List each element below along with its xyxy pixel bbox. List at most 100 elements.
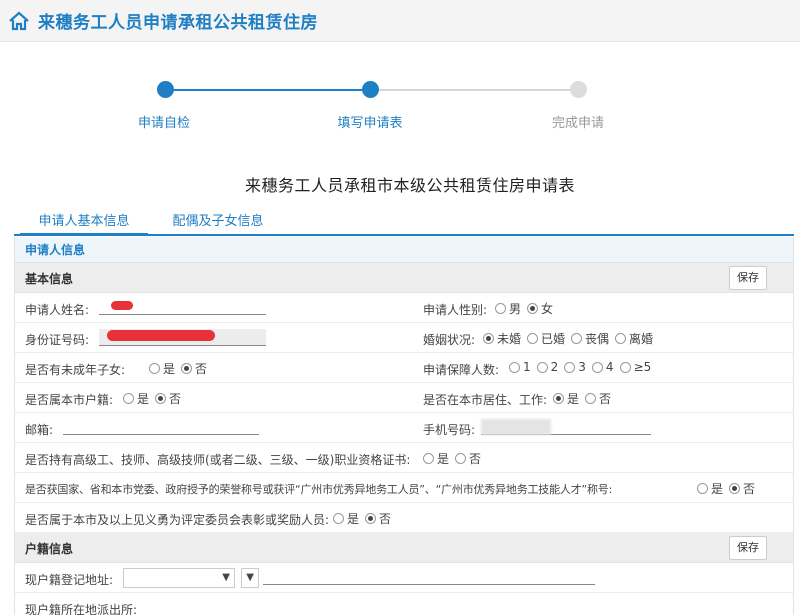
count-5plus-label: ≥5 <box>633 360 652 374</box>
live-work-no-label: 否 <box>599 392 612 406</box>
hukou-police-label: 现户籍所在地派出所: <box>25 603 138 615</box>
phone-label: 手机号码: <box>423 423 476 437</box>
qualification-no-label: 否 <box>469 452 482 466</box>
step-dot-2 <box>362 81 379 98</box>
hukou-section-bar: 户籍信息 保存 <box>15 533 793 563</box>
row-email-phone: 邮箱: 手机号码: <box>15 413 793 443</box>
row-name-gender: 申请人姓名: 申请人性别: 男 女 <box>15 293 793 323</box>
count-2-radio[interactable] <box>536 361 548 373</box>
gender-label: 申请人性别: <box>423 303 488 317</box>
hero-yes-radio[interactable] <box>333 513 344 524</box>
email-field[interactable] <box>63 434 259 435</box>
row-honor: 是否获国家、省和本市党委、政府授予的荣誉称号或获评“广州市优秀异地务工人员”、“… <box>15 473 793 503</box>
gender-male-label: 男 <box>509 302 522 316</box>
step-label-2: 填写申请表 <box>337 116 403 131</box>
email-label: 邮箱: <box>25 423 54 437</box>
qualification-yes-radio[interactable] <box>423 453 434 464</box>
qualification-radio-group[interactable]: 是 否 <box>417 450 481 467</box>
minor-radio-group[interactable]: 是 否 <box>143 360 207 377</box>
local-hukou-no-label: 否 <box>169 392 182 406</box>
minor-yes-radio[interactable] <box>149 363 160 374</box>
marital-radio-group[interactable]: 未婚 已婚 丧偶 离婚 <box>477 330 653 347</box>
name-field[interactable] <box>99 314 266 315</box>
tab-bar: 申请人基本信息 配偶及子女信息 <box>14 208 794 236</box>
gender-male-radio[interactable] <box>495 303 506 314</box>
home-icon[interactable] <box>8 10 30 32</box>
minor-no-radio[interactable] <box>181 363 193 374</box>
hukou-city-select[interactable]: ▼ <box>241 568 259 588</box>
local-hukou-yes-label: 是 <box>137 392 150 406</box>
row-hukou-livework: 是否属本市户籍: 是 否 是否在本市居住、工作: 是 否 <box>15 383 793 413</box>
name-redaction <box>111 301 133 310</box>
tab-spouse-children[interactable]: 配偶及子女信息 <box>158 211 278 233</box>
gender-female-radio[interactable] <box>527 303 539 314</box>
hukou-address-field[interactable] <box>263 584 595 585</box>
id-redaction <box>107 330 215 341</box>
local-hukou-yes-radio[interactable] <box>123 393 134 404</box>
minor-label: 是否有未成年子女: <box>25 363 126 377</box>
count-3-label: 3 <box>578 360 586 374</box>
minor-yes-label: 是 <box>163 362 176 376</box>
basic-info-title: 基本信息 <box>25 272 74 286</box>
household-count-radio-group[interactable]: 1 2 3 4 ≥5 <box>503 360 651 374</box>
marital-widowed-radio[interactable] <box>571 333 583 344</box>
hero-radio-group[interactable]: 是 否 <box>327 510 391 527</box>
qualification-yes-label: 是 <box>437 452 450 466</box>
row-minor-count: 是否有未成年子女: 是 否 申请保障人数: 1 2 3 4 ≥5 <box>15 353 793 383</box>
top-bar: 来穗务工人员申请承租公共租赁住房 <box>0 0 800 42</box>
honor-no-radio[interactable] <box>729 483 741 494</box>
step-label-3: 完成申请 <box>551 116 604 131</box>
count-1-radio[interactable] <box>509 361 520 373</box>
row-hero: 是否属于本市及以上见义勇为评定委员会表彰或奖励人员: 是 否 <box>15 503 793 533</box>
phone-redaction <box>481 419 551 435</box>
marital-label: 婚姻状况: <box>423 333 476 347</box>
hero-no-radio[interactable] <box>365 513 377 524</box>
page-title: 来穗务工人员申请承租公共租赁住房 <box>38 13 318 33</box>
row-hukou-police: 现户籍所在地派出所: <box>15 593 793 615</box>
row-qualification: 是否持有高级工、技师、高级技师(或者二级、三级、一级)职业资格证书: 是 否 <box>15 443 793 473</box>
tab-applicant-info[interactable]: 申请人基本信息 <box>20 211 148 236</box>
basic-info-section-bar: 基本信息 保存 <box>15 263 793 293</box>
live-work-no-radio[interactable] <box>585 393 597 404</box>
count-4-radio[interactable] <box>591 361 603 373</box>
hero-yes-label: 是 <box>347 512 360 526</box>
step-label-1: 申请自检 <box>137 116 190 131</box>
marital-married-radio[interactable] <box>527 333 539 344</box>
form-title: 来穗务工人员承租市本级公共租赁住房申请表 <box>244 176 575 195</box>
count-1-label: 1 <box>523 360 531 374</box>
household-count-label: 申请保障人数: <box>423 363 500 377</box>
marital-divorced-label: 离婚 <box>629 332 654 346</box>
hukou-province-select[interactable]: ▼ <box>123 568 235 588</box>
row-id-marital: 身份证号码: 婚姻状况: 未婚 已婚 丧偶 离婚 <box>15 323 793 353</box>
count-3-radio[interactable] <box>564 361 576 373</box>
hukou-save-button[interactable]: 保存 <box>729 536 767 560</box>
live-work-yes-radio[interactable] <box>553 393 564 404</box>
name-label: 申请人姓名: <box>25 303 90 317</box>
progress-steps: 申请自检 填写申请表 完成申请 <box>0 70 800 140</box>
honor-radio-group[interactable]: 是 否 <box>691 480 755 497</box>
basic-save-button[interactable]: 保存 <box>729 266 767 290</box>
step-dot-3 <box>570 81 587 98</box>
honor-label: 是否获国家、省和本市党委、政府授予的荣誉称号或获评“广州市优秀异地务工人员”、“… <box>25 483 613 496</box>
marital-divorced-radio[interactable] <box>615 333 627 344</box>
step-dot-1 <box>157 81 174 98</box>
count-2-label: 2 <box>550 360 559 374</box>
chevron-down-icon: ▼ <box>246 572 254 583</box>
minor-no-label: 否 <box>195 362 208 376</box>
honor-yes-radio[interactable] <box>697 483 708 494</box>
local-hukou-radio-group[interactable]: 是 否 <box>117 390 181 407</box>
count-5plus-radio[interactable] <box>619 361 631 373</box>
gender-female-label: 女 <box>541 302 554 316</box>
honor-yes-label: 是 <box>711 482 724 496</box>
marital-unmarried-radio[interactable] <box>483 333 494 344</box>
step-connector-pending <box>370 89 578 91</box>
marital-widowed-label: 丧偶 <box>585 332 610 346</box>
local-hukou-label: 是否属本市户籍: <box>25 393 114 407</box>
marital-unmarried-label: 未婚 <box>497 332 522 346</box>
local-hukou-no-radio[interactable] <box>155 393 167 404</box>
live-work-radio-group[interactable]: 是 否 <box>547 390 611 407</box>
qualification-no-radio[interactable] <box>455 453 467 464</box>
hero-no-label: 否 <box>379 512 392 526</box>
hero-label: 是否属于本市及以上见义勇为评定委员会表彰或奖励人员: <box>25 513 330 527</box>
gender-radio-group[interactable]: 男 女 <box>489 300 553 317</box>
